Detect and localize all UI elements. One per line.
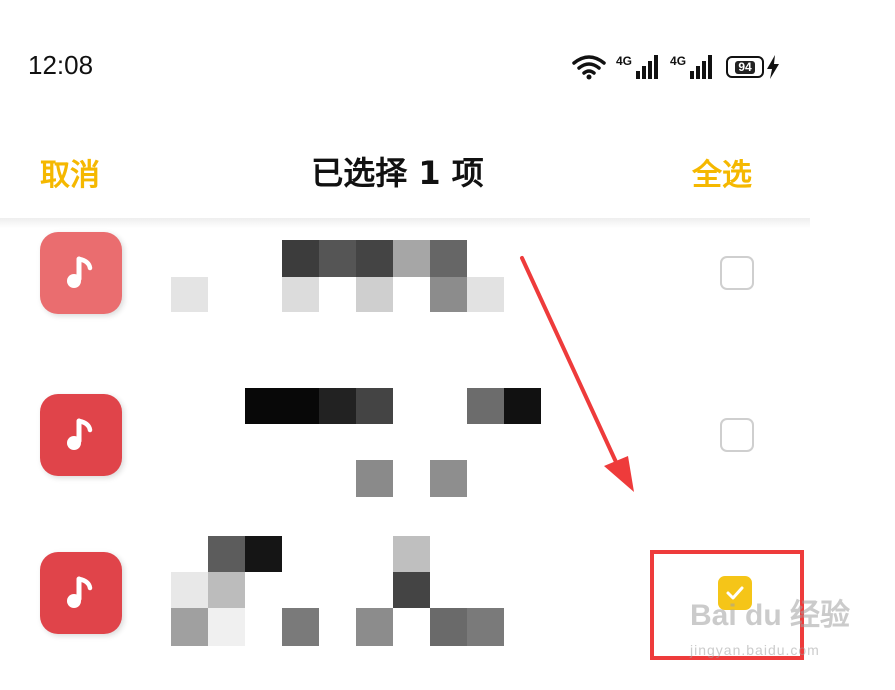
watermark: Bai du 经验 jingyan.baidu.com <box>690 590 850 658</box>
watermark-brand: Bai du 经验 <box>690 599 851 632</box>
watermark-url: jingyan.baidu.com <box>690 642 820 658</box>
